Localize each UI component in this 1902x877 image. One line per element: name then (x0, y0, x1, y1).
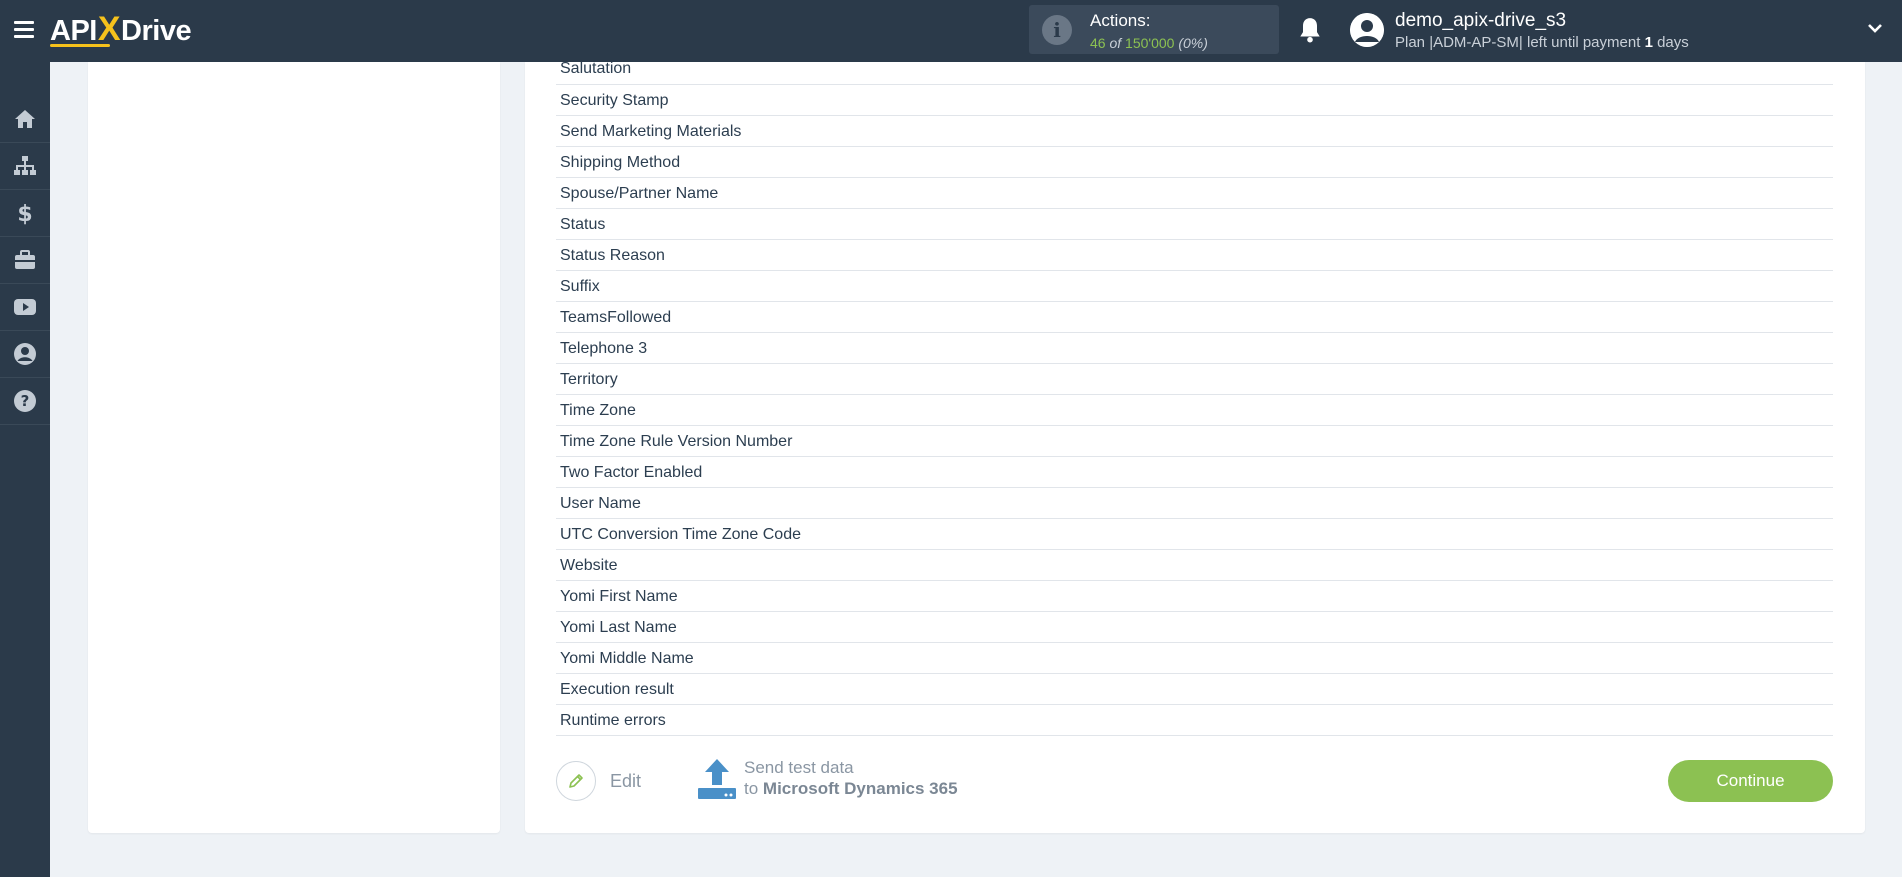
question-circle-icon: ? (14, 390, 36, 412)
sidebar-item-help[interactable]: ? (0, 378, 50, 425)
actions-title: Actions: (1090, 11, 1151, 30)
actions-total: 150'000 (1125, 35, 1175, 51)
sidebar-item-tools[interactable] (0, 237, 50, 284)
field-list: Salutation Security Stamp Send Marketing M… (556, 61, 1833, 737)
svg-text:?: ? (21, 392, 30, 410)
field-row: Territory (556, 365, 1833, 395)
chevron-down-icon[interactable] (1867, 22, 1883, 34)
svg-text:$: $ (17, 202, 32, 225)
main-panel: Salutation Security Stamp Send Marketing M… (525, 61, 1865, 833)
field-row: Status Reason (556, 241, 1833, 271)
edit-label: Edit (610, 770, 642, 791)
sidebar-item-videos[interactable] (0, 284, 50, 331)
briefcase-icon (15, 250, 35, 269)
field-row: Website (556, 551, 1833, 581)
user-circle-icon (14, 343, 36, 365)
user-name[interactable]: demo_apix-drive_s3 (1395, 10, 1566, 32)
user-plan: Plan |ADM-AP-SM| left until payment 1 da… (1395, 34, 1689, 51)
send-target-name: Microsoft Dynamics 365 (762, 779, 958, 798)
logo-underline (50, 44, 110, 47)
continue-button[interactable]: Continue (1668, 760, 1833, 802)
upload-icon (698, 759, 736, 799)
field-row: Telephone 3 (556, 334, 1833, 364)
field-row: Two Factor Enabled (556, 458, 1833, 488)
sidebar-item-profile[interactable] (0, 331, 50, 378)
edit-button[interactable]: Edit (556, 759, 641, 803)
field-row: Yomi Middle Name (556, 644, 1833, 674)
menu-icon[interactable] (14, 21, 34, 38)
user-avatar-icon[interactable] (1350, 13, 1384, 47)
sitemap-icon (14, 156, 36, 175)
field-row: Time Zone (556, 396, 1833, 426)
actions-used: 46 (1090, 35, 1106, 51)
actions-count: 46 of 150'000 (0%) (1090, 35, 1208, 51)
apix-drive-logo[interactable]: APIXDrive (50, 10, 192, 48)
field-row: Salutation (556, 61, 1833, 85)
plan-text: Plan |ADM-AP-SM| left until payment (1395, 34, 1641, 51)
field-row: Yomi Last Name (556, 613, 1833, 643)
field-row: UTC Conversion Time Zone Code (556, 520, 1833, 550)
field-row: Runtime errors (556, 706, 1833, 736)
sidebar: $ ? (0, 62, 50, 877)
plan-days: 1 (1644, 34, 1653, 51)
bell-icon[interactable] (1297, 16, 1323, 44)
logo-text-x: X (97, 10, 121, 48)
send-test-data-label: Send test data (744, 758, 854, 777)
left-panel (88, 62, 500, 833)
field-row: Suffix (556, 272, 1833, 302)
field-row: Spouse/Partner Name (556, 179, 1833, 209)
sidebar-item-home[interactable] (0, 96, 50, 143)
field-row: Shipping Method (556, 148, 1833, 178)
field-row: Security Stamp (556, 86, 1833, 116)
actions-percent: (0%) (1178, 35, 1208, 51)
field-row: Time Zone Rule Version Number (556, 427, 1833, 457)
top-bar: APIXDrive i Actions: 46 of 150'000 (0%) … (0, 0, 1902, 62)
pencil-icon (569, 774, 583, 788)
sidebar-item-connections[interactable] (0, 143, 50, 190)
edit-icon-circle (556, 761, 596, 801)
actions-of: of (1109, 35, 1122, 51)
send-target-line: to Microsoft Dynamics 365 (744, 779, 958, 799)
field-row: Yomi First Name (556, 582, 1833, 612)
dollar-icon: $ (17, 202, 32, 225)
plan-days-unit: days (1657, 34, 1689, 51)
send-to-label: to (744, 779, 759, 798)
youtube-icon (14, 299, 36, 315)
actions-counter[interactable]: i Actions: 46 of 150'000 (0%) (1029, 5, 1279, 54)
field-row: Send Marketing Materials (556, 117, 1833, 147)
field-row: User Name (556, 489, 1833, 519)
field-row: Status (556, 210, 1833, 240)
logo-text-api: API (50, 15, 97, 47)
sidebar-item-billing[interactable]: $ (0, 190, 50, 237)
logo-text-drive: Drive (121, 15, 192, 47)
home-icon (15, 110, 35, 128)
info-icon: i (1042, 15, 1072, 45)
field-row: Execution result (556, 675, 1833, 705)
field-row: TeamsFollowed (556, 303, 1833, 333)
